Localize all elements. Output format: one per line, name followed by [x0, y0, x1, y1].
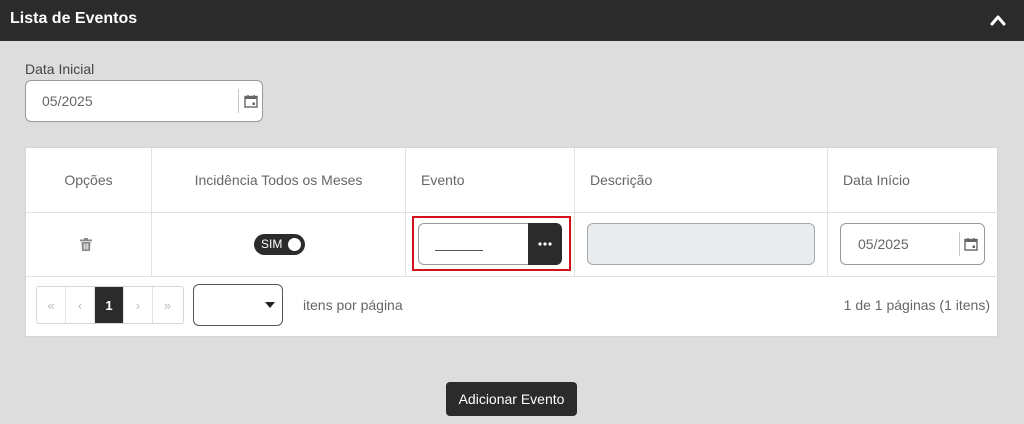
- field-divider: [238, 89, 239, 113]
- col-header-opcoes: Opções: [26, 148, 152, 212]
- descricao-field: [587, 223, 815, 265]
- section-title: Lista de Eventos: [10, 10, 138, 27]
- toggle-label: SIM: [261, 237, 283, 251]
- data-inicial-label: Data Inicial: [25, 61, 95, 77]
- section-header: Lista de Eventos: [0, 0, 1024, 41]
- page-size-select[interactable]: [193, 284, 283, 326]
- cell-incidencia: SIM: [152, 213, 406, 276]
- current-page-button[interactable]: 1: [95, 287, 124, 323]
- chevron-up-icon[interactable]: [990, 13, 1006, 27]
- col-header-incidencia: Incidência Todos os Meses: [152, 148, 406, 212]
- field-divider: [959, 232, 960, 256]
- next-page-button[interactable]: ›: [124, 287, 153, 323]
- toggle-knob: [288, 238, 301, 251]
- calendar-icon[interactable]: [964, 237, 978, 251]
- incidencia-toggle[interactable]: SIM: [254, 234, 305, 255]
- last-page-button[interactable]: »: [153, 287, 182, 323]
- per-page-label: itens por página: [303, 297, 403, 313]
- calendar-icon[interactable]: [244, 94, 258, 108]
- row-divider: [26, 276, 999, 277]
- cell-opcoes: [26, 213, 152, 276]
- add-evento-button[interactable]: Adicionar Evento: [446, 382, 577, 416]
- data-inicial-field[interactable]: 05/2025: [25, 80, 263, 122]
- caret-down-icon: [265, 302, 275, 308]
- data-inicio-field[interactable]: 05/2025: [840, 223, 985, 265]
- data-inicio-value: 05/2025: [858, 236, 909, 252]
- pagination: « ‹ 1 › »: [36, 286, 184, 324]
- evento-placeholder-line: [435, 250, 483, 251]
- col-header-evento: Evento: [406, 148, 575, 212]
- pagination-info: 1 de 1 páginas (1 itens): [843, 297, 990, 313]
- evento-input[interactable]: [418, 223, 529, 265]
- col-header-data-inicio: Data Início: [843, 172, 910, 188]
- trash-icon[interactable]: [80, 238, 92, 251]
- more-dots-icon: [538, 242, 552, 246]
- evento-lookup-button[interactable]: [528, 223, 562, 265]
- prev-page-button[interactable]: ‹: [66, 287, 95, 323]
- first-page-button[interactable]: «: [37, 287, 66, 323]
- col-header-descricao: Descrição: [575, 148, 828, 212]
- data-inicial-value: 05/2025: [42, 93, 93, 109]
